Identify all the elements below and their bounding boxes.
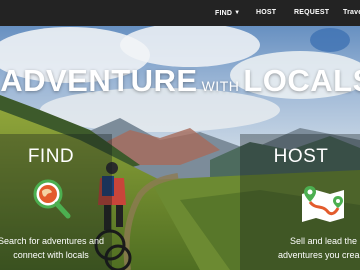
host-panel-description: Sell and lead the adventures you crea [278, 234, 360, 262]
nav-find-label: FIND [215, 10, 233, 17]
top-navbar: FIND▼ HOST REQUEST Travel [0, 0, 360, 26]
nav-request-link[interactable]: REQUEST [294, 0, 329, 26]
nav-travel-link[interactable]: Travel [343, 0, 360, 26]
nav-find-dropdown[interactable]: FIND ▼ [215, 0, 240, 26]
host-desc-line1: Sell and lead the [290, 236, 358, 246]
find-panel[interactable]: FIND Search for adventures and connect w… [0, 134, 112, 270]
headline-locals: LOCALS [243, 63, 360, 98]
find-panel-title: FIND [27, 146, 75, 167]
headline-with: WITH [201, 78, 240, 94]
chevron-down-icon: ▼ [234, 10, 241, 16]
map-route-icon [300, 182, 348, 227]
host-panel-title: HOST [273, 146, 329, 167]
host-panel[interactable]: HOST Sell and lead the adventures you cr… [240, 134, 360, 270]
headline-adventure: ADVENTURE [0, 63, 198, 98]
find-desc-line2: connect with locals [13, 250, 89, 260]
globe-magnifier-icon [32, 178, 72, 225]
find-desc-line1: Search for adventures and [0, 236, 105, 246]
find-panel-description: Search for adventures and connect with l… [0, 234, 112, 262]
host-desc-line2: adventures you crea [278, 250, 360, 260]
hero-headline: ADVENTUREWITHLOCALS [0, 63, 360, 99]
nav-host-link[interactable]: HOST [256, 0, 276, 26]
